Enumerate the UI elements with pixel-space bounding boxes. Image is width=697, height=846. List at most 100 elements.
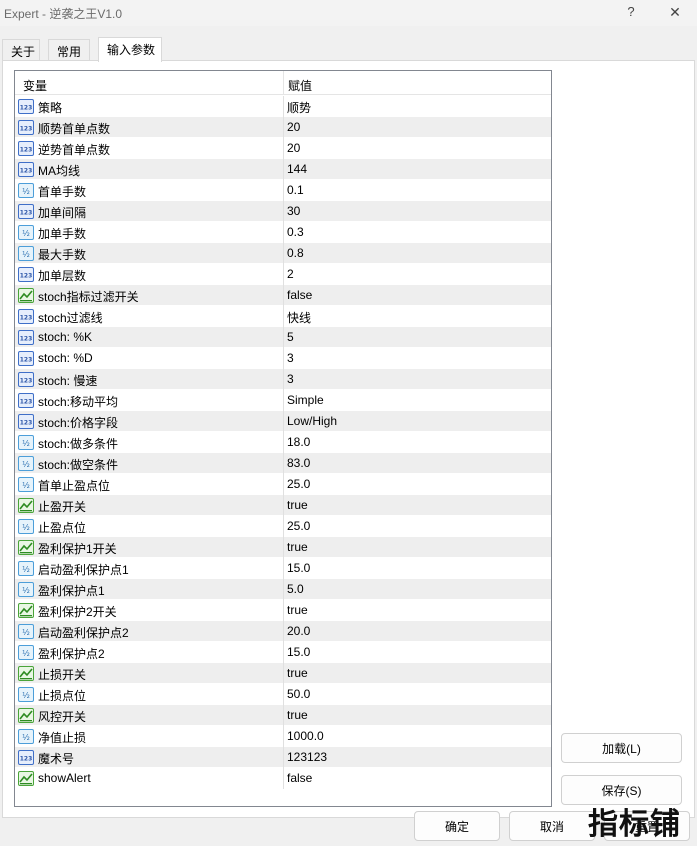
cell-divider bbox=[283, 327, 284, 348]
load-button[interactable]: 加载(L) bbox=[561, 733, 682, 763]
parameter-value[interactable]: false bbox=[287, 771, 312, 785]
parameter-value[interactable]: true bbox=[287, 498, 308, 512]
parameter-row[interactable]: 123 stoch过滤线 快线 bbox=[15, 306, 551, 327]
parameter-name: 逆势首单点数 bbox=[38, 143, 111, 157]
parameter-value[interactable]: 顺势 bbox=[287, 99, 311, 116]
parameter-row[interactable]: showAlert false bbox=[15, 768, 551, 789]
parameter-row[interactable]: 123 stoch: %D 3 bbox=[15, 348, 551, 369]
parameter-value[interactable]: true bbox=[287, 540, 308, 554]
parameter-row[interactable]: 123 顺势首单点数 20 bbox=[15, 117, 551, 138]
bool-param-icon bbox=[18, 603, 34, 618]
parameter-value[interactable]: 0.8 bbox=[287, 246, 304, 260]
parameter-row[interactable]: 123 逆势首单点数 20 bbox=[15, 138, 551, 159]
bool-param-icon bbox=[18, 771, 34, 786]
parameter-value[interactable]: true bbox=[287, 603, 308, 617]
parameter-name: stoch:移动平均 bbox=[38, 395, 119, 409]
parameter-row[interactable]: ½ 首单手数 0.1 bbox=[15, 180, 551, 201]
close-button[interactable]: ✕ bbox=[664, 2, 686, 22]
parameter-value[interactable]: 15.0 bbox=[287, 645, 310, 659]
cancel-button[interactable]: 取消 bbox=[509, 811, 595, 841]
parameter-name: 魔术号 bbox=[38, 752, 75, 766]
parameter-value[interactable]: 2 bbox=[287, 267, 294, 281]
parameter-name: 首单手数 bbox=[38, 185, 87, 199]
parameter-value[interactable]: 3 bbox=[287, 351, 294, 365]
tab-common[interactable]: 常用 bbox=[48, 39, 90, 61]
parameter-value[interactable]: 20.0 bbox=[287, 624, 310, 638]
parameter-row[interactable]: ½ 盈利保护点2 15.0 bbox=[15, 642, 551, 663]
parameter-row[interactable]: 123 stoch: %K 5 bbox=[15, 327, 551, 348]
bool-param-icon bbox=[18, 540, 34, 555]
parameter-row[interactable]: 123 stoch:移动平均 Simple bbox=[15, 390, 551, 411]
parameter-name: 止盈点位 bbox=[38, 521, 87, 535]
parameter-row[interactable]: 123 魔术号 123123 bbox=[15, 747, 551, 768]
svg-text:123: 123 bbox=[20, 105, 33, 112]
parameter-value[interactable]: 144 bbox=[287, 162, 307, 176]
parameter-value[interactable]: 83.0 bbox=[287, 456, 310, 470]
parameter-row[interactable]: ½ 最大手数 0.8 bbox=[15, 243, 551, 264]
parameter-value[interactable]: Low/High bbox=[287, 414, 337, 428]
parameter-value[interactable]: 5 bbox=[287, 330, 294, 344]
cell-divider bbox=[283, 432, 284, 453]
parameter-value[interactable]: Simple bbox=[287, 393, 324, 407]
double-param-icon: ½ bbox=[18, 225, 34, 240]
parameter-row[interactable]: 盈利保护1开关 true bbox=[15, 537, 551, 558]
parameter-value[interactable]: 18.0 bbox=[287, 435, 310, 449]
parameter-row[interactable]: 止损开关 true bbox=[15, 663, 551, 684]
parameter-row[interactable]: 123 加单层数 2 bbox=[15, 264, 551, 285]
parameter-value[interactable]: 15.0 bbox=[287, 561, 310, 575]
parameter-value[interactable]: true bbox=[287, 708, 308, 722]
int-param-icon: 123 bbox=[18, 309, 34, 324]
parameter-row[interactable]: ½ 盈利保护点1 5.0 bbox=[15, 579, 551, 600]
tab-about[interactable]: 关于 bbox=[2, 39, 40, 61]
tab-inputs[interactable]: 输入参数 bbox=[98, 37, 162, 62]
parameter-value[interactable]: 30 bbox=[287, 204, 300, 218]
cell-divider bbox=[283, 306, 284, 327]
parameter-row[interactable]: ½ 启动盈利保护点2 20.0 bbox=[15, 621, 551, 642]
parameter-row[interactable]: ½ stoch:做空条件 83.0 bbox=[15, 453, 551, 474]
parameter-row[interactable]: ½ 净值止损 1000.0 bbox=[15, 726, 551, 747]
parameter-name: 盈利保护1开关 bbox=[38, 542, 117, 556]
parameter-value[interactable]: 25.0 bbox=[287, 519, 310, 533]
parameter-rows: 123 策略 顺势 123 顺势首单点数 20 123 逆势首单点数 20 123 MA均线 144 ½… bbox=[15, 96, 551, 789]
svg-text:123: 123 bbox=[20, 210, 33, 217]
parameter-name: 净值止损 bbox=[38, 731, 87, 745]
parameter-row[interactable]: ½ 止损点位 50.0 bbox=[15, 684, 551, 705]
parameter-row[interactable]: ½ 启动盈利保护点1 15.0 bbox=[15, 558, 551, 579]
parameter-value[interactable]: 50.0 bbox=[287, 687, 310, 701]
parameter-value[interactable]: 20 bbox=[287, 120, 300, 134]
parameter-row[interactable]: ½ 止盈点位 25.0 bbox=[15, 516, 551, 537]
parameter-row[interactable]: 123 stoch: 慢速 3 bbox=[15, 369, 551, 390]
parameter-value[interactable]: 快线 bbox=[287, 309, 311, 326]
help-button[interactable]: ? bbox=[622, 3, 640, 21]
parameter-row[interactable]: ½ 加单手数 0.3 bbox=[15, 222, 551, 243]
svg-text:½: ½ bbox=[22, 250, 30, 259]
parameter-value[interactable]: false bbox=[287, 288, 312, 302]
parameter-row[interactable]: 123 stoch:价格字段 Low/High bbox=[15, 411, 551, 432]
column-header-value[interactable]: 赋值 bbox=[288, 77, 312, 94]
parameter-value[interactable]: true bbox=[287, 666, 308, 680]
parameter-row[interactable]: stoch指标过滤开关 false bbox=[15, 285, 551, 306]
parameter-name: 加单层数 bbox=[38, 269, 87, 283]
parameter-row[interactable]: 风控开关 true bbox=[15, 705, 551, 726]
parameter-value[interactable]: 1000.0 bbox=[287, 729, 324, 743]
parameter-row[interactable]: 123 策略 顺势 bbox=[15, 96, 551, 117]
parameter-value[interactable]: 0.3 bbox=[287, 225, 304, 239]
parameter-row[interactable]: 123 加单间隔 30 bbox=[15, 201, 551, 222]
parameter-row[interactable]: 123 MA均线 144 bbox=[15, 159, 551, 180]
ok-button[interactable]: 确定 bbox=[414, 811, 500, 841]
column-divider[interactable] bbox=[283, 71, 284, 95]
parameter-value[interactable]: 123123 bbox=[287, 750, 327, 764]
parameter-value[interactable]: 3 bbox=[287, 372, 294, 386]
parameter-row[interactable]: 止盈开关 true bbox=[15, 495, 551, 516]
parameter-row[interactable]: ½ stoch:做多条件 18.0 bbox=[15, 432, 551, 453]
column-header-variable[interactable]: 变量 bbox=[23, 77, 47, 94]
int-param-icon: 123 bbox=[18, 141, 34, 156]
parameter-name: 首单止盈点位 bbox=[38, 479, 111, 493]
parameter-row[interactable]: ½ 首单止盈点位 25.0 bbox=[15, 474, 551, 495]
parameter-value[interactable]: 25.0 bbox=[287, 477, 310, 491]
parameter-value[interactable]: 5.0 bbox=[287, 582, 304, 596]
parameter-name: 止盈开关 bbox=[38, 500, 87, 514]
parameter-value[interactable]: 20 bbox=[287, 141, 300, 155]
parameter-row[interactable]: 盈利保护2开关 true bbox=[15, 600, 551, 621]
parameter-value[interactable]: 0.1 bbox=[287, 183, 304, 197]
